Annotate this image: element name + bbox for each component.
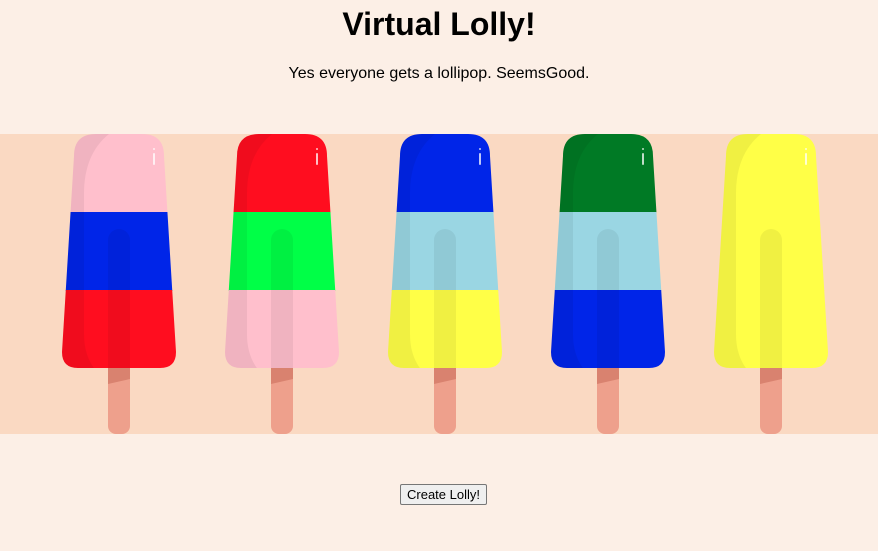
lolly-highlight-dot — [642, 148, 644, 150]
lolly-highlight-dot — [479, 148, 481, 150]
lolly-4 — [551, 134, 665, 434]
page-title: Virtual Lolly! — [342, 6, 536, 42]
lolly-groove — [271, 229, 293, 368]
lolly-groove — [108, 229, 130, 368]
lolly-top-band — [551, 134, 665, 213]
lolly-groove — [597, 229, 619, 368]
lolly-highlight-dot — [316, 148, 318, 150]
lolly-body — [225, 134, 339, 368]
lolly-top-band — [388, 134, 502, 213]
lollies-svg — [62, 134, 828, 434]
lolly-3 — [388, 134, 502, 434]
lolly-5 — [714, 134, 828, 434]
lolly-groove — [760, 229, 782, 368]
lolly-body — [551, 134, 665, 368]
lolly-body — [388, 134, 502, 368]
page-subtitle: Yes everyone gets a lollipop. SeemsGood. — [288, 65, 590, 82]
lolly-highlight-dot — [805, 148, 807, 150]
lolly-top-band — [225, 134, 339, 213]
lolly-highlight-dot — [153, 148, 155, 150]
lolly-1 — [62, 134, 176, 434]
lolly-band — [0, 134, 878, 434]
lolly-top-band — [714, 134, 828, 213]
lolly-body — [714, 134, 828, 368]
lolly-groove — [434, 229, 456, 368]
page: Virtual Lolly! Yes everyone gets a lolli… — [0, 0, 878, 551]
lolly-body — [62, 134, 176, 368]
create-lolly-button[interactable]: Create Lolly! — [400, 484, 487, 505]
lolly-top-band — [62, 134, 176, 213]
lolly-2 — [225, 134, 339, 434]
